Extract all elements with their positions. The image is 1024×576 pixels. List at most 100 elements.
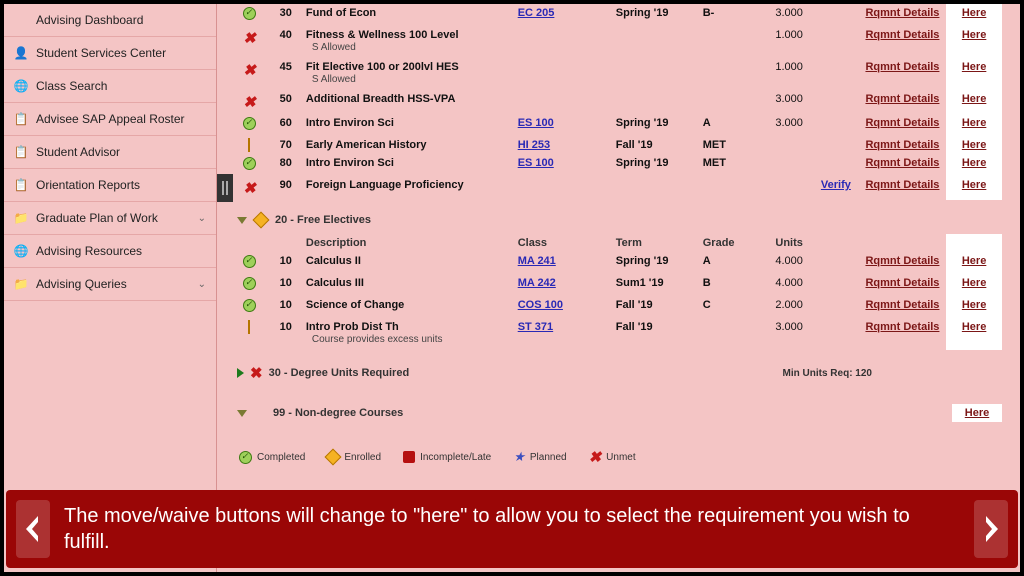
class-link[interactable]: MA 242 xyxy=(518,277,556,289)
rqmnt-details-link[interactable]: Rqmnt Details xyxy=(865,117,939,129)
table-row: 10Calculus IIIMA 242Sum1 '19B4.000Rqmnt … xyxy=(235,274,1002,296)
sidebar: Advising Dashboard 👤Student Services Cen… xyxy=(4,4,217,572)
here-link[interactable]: Here xyxy=(962,93,986,105)
row-seq: 45 xyxy=(264,58,302,90)
here-link[interactable]: Here xyxy=(962,179,986,191)
row-term: Fall '19 xyxy=(612,136,699,154)
row-units xyxy=(759,136,817,154)
rqmnt-details-link[interactable]: Rqmnt Details xyxy=(865,255,939,267)
legend-label: Enrolled xyxy=(344,452,381,463)
row-desc: Intro Prob Dist ThCourse provides excess… xyxy=(302,318,514,350)
here-link[interactable]: Here xyxy=(962,321,986,333)
row-seq: 50 xyxy=(264,90,302,114)
row-seq: 40 xyxy=(264,26,302,58)
sidebar-item-advising-dashboard[interactable]: Advising Dashboard xyxy=(4,4,216,37)
sidebar-item-label: Orientation Reports xyxy=(36,178,140,192)
row-desc: Science of Change xyxy=(302,296,514,318)
class-link[interactable]: ST 371 xyxy=(518,321,553,333)
rqmnt-details-link[interactable]: Rqmnt Details xyxy=(865,157,939,169)
completed-icon xyxy=(243,255,256,268)
row-grade: MET xyxy=(699,154,759,176)
section-title: 20 - Free Electives xyxy=(275,214,371,226)
requirements-table-2: Description Class Term Grade Units 10Cal… xyxy=(235,234,1002,350)
here-link[interactable]: Here xyxy=(962,29,986,41)
sidebar-item-orientation-reports[interactable]: 📋 Orientation Reports xyxy=(4,169,216,202)
sidebar-item-student-advisor[interactable]: 📋Student Advisor xyxy=(4,136,216,169)
class-link[interactable]: EC 205 xyxy=(518,7,555,19)
chevron-down-icon: ⌄ xyxy=(198,279,206,290)
verify-link[interactable]: Verify xyxy=(821,179,851,191)
rqmnt-details-link[interactable]: Rqmnt Details xyxy=(865,93,939,105)
here-link[interactable]: Here xyxy=(962,61,986,73)
prev-button[interactable] xyxy=(16,500,50,558)
here-link[interactable]: Here xyxy=(962,299,986,311)
completed-icon xyxy=(243,117,256,130)
unmet-icon: ✖ xyxy=(250,364,263,382)
row-units: 3.000 xyxy=(759,90,817,114)
class-link[interactable]: COS 100 xyxy=(518,299,563,311)
class-link[interactable]: MA 241 xyxy=(518,255,556,267)
here-link[interactable]: Here xyxy=(962,117,986,129)
rqmnt-details-link[interactable]: Rqmnt Details xyxy=(865,61,939,73)
row-units: 3.000 xyxy=(759,4,817,26)
row-grade xyxy=(699,318,759,350)
row-seq: 30 xyxy=(264,4,302,26)
here-link[interactable]: Here xyxy=(962,7,986,19)
sidebar-item-label: Class Search xyxy=(36,79,107,93)
rqmnt-details-link[interactable]: Rqmnt Details xyxy=(865,7,939,19)
row-term xyxy=(612,58,699,90)
table-row: 10Calculus IIMA 241Spring '19A4.000Rqmnt… xyxy=(235,252,1002,274)
section-degree-units[interactable]: ✖ 30 - Degree Units Required Min Units R… xyxy=(235,350,1002,390)
section-title: 30 - Degree Units Required xyxy=(269,367,410,379)
enrolled-icon xyxy=(325,449,342,466)
rqmnt-details-link[interactable]: Rqmnt Details xyxy=(865,139,939,151)
row-desc: Intro Environ Sci xyxy=(302,154,514,176)
completed-icon xyxy=(243,299,256,312)
row-seq: 10 xyxy=(264,296,302,318)
rqmnt-details-link[interactable]: Rqmnt Details xyxy=(865,321,939,333)
sidebar-item-advising-queries[interactable]: 📁Advising Queries⌄ xyxy=(4,268,216,301)
class-link[interactable]: ES 100 xyxy=(518,117,554,129)
incomplete-icon xyxy=(403,451,415,463)
unmet-icon: ✖ xyxy=(243,94,256,111)
row-term: Spring '19 xyxy=(612,154,699,176)
expand-icon xyxy=(237,368,244,378)
sidebar-item-label: Advising Resources xyxy=(36,244,142,258)
sidebar-item-student-services[interactable]: 👤Student Services Center xyxy=(4,37,216,70)
collapse-icon xyxy=(237,410,247,417)
next-button[interactable] xyxy=(974,500,1008,558)
row-units: 2.000 xyxy=(759,296,817,318)
unmet-icon: ✖ xyxy=(589,448,602,466)
rqmnt-details-link[interactable]: Rqmnt Details xyxy=(865,29,939,41)
enrolled-icon xyxy=(248,138,250,152)
here-link[interactable]: Here xyxy=(962,255,986,267)
caption-bar: The move/waive buttons will change to "h… xyxy=(6,490,1018,568)
here-link[interactable]: Here xyxy=(962,277,986,289)
sidebar-item-sap-appeal[interactable]: 📋Advisee SAP Appeal Roster xyxy=(4,103,216,136)
section-free-electives[interactable]: 20 - Free Electives xyxy=(235,200,1002,234)
class-link[interactable]: ES 100 xyxy=(518,157,554,169)
rqmnt-details-link[interactable]: Rqmnt Details xyxy=(865,299,939,311)
person-icon: 👤 xyxy=(14,46,28,60)
row-term xyxy=(612,176,699,200)
main-content: 30Fund of EconEC 205Spring '19B-3.000Rqm… xyxy=(217,4,1020,572)
rqmnt-details-link[interactable]: Rqmnt Details xyxy=(865,179,939,191)
section-non-degree[interactable]: 99 - Non-degree Courses Here xyxy=(235,390,1002,430)
rqmnt-details-link[interactable]: Rqmnt Details xyxy=(865,277,939,289)
here-link[interactable]: Here xyxy=(965,407,989,419)
row-seq: 10 xyxy=(264,274,302,296)
class-link[interactable]: HI 253 xyxy=(518,139,550,151)
row-units: 3.000 xyxy=(759,114,817,136)
sidebar-item-label: Advising Queries xyxy=(36,277,127,291)
row-seq: 70 xyxy=(264,136,302,154)
sidebar-item-grad-plan[interactable]: 📁Graduate Plan of Work⌄ xyxy=(4,202,216,235)
row-units xyxy=(759,176,817,200)
row-seq: 10 xyxy=(264,318,302,350)
legend-label: Unmet xyxy=(606,452,635,463)
row-desc: Calculus III xyxy=(302,274,514,296)
here-link[interactable]: Here xyxy=(962,157,986,169)
sidebar-item-class-search[interactable]: 🌐Class Search xyxy=(4,70,216,103)
sidebar-item-advising-resources[interactable]: 🌐Advising Resources xyxy=(4,235,216,268)
list-icon: 📋 xyxy=(14,178,28,192)
here-link[interactable]: Here xyxy=(962,139,986,151)
